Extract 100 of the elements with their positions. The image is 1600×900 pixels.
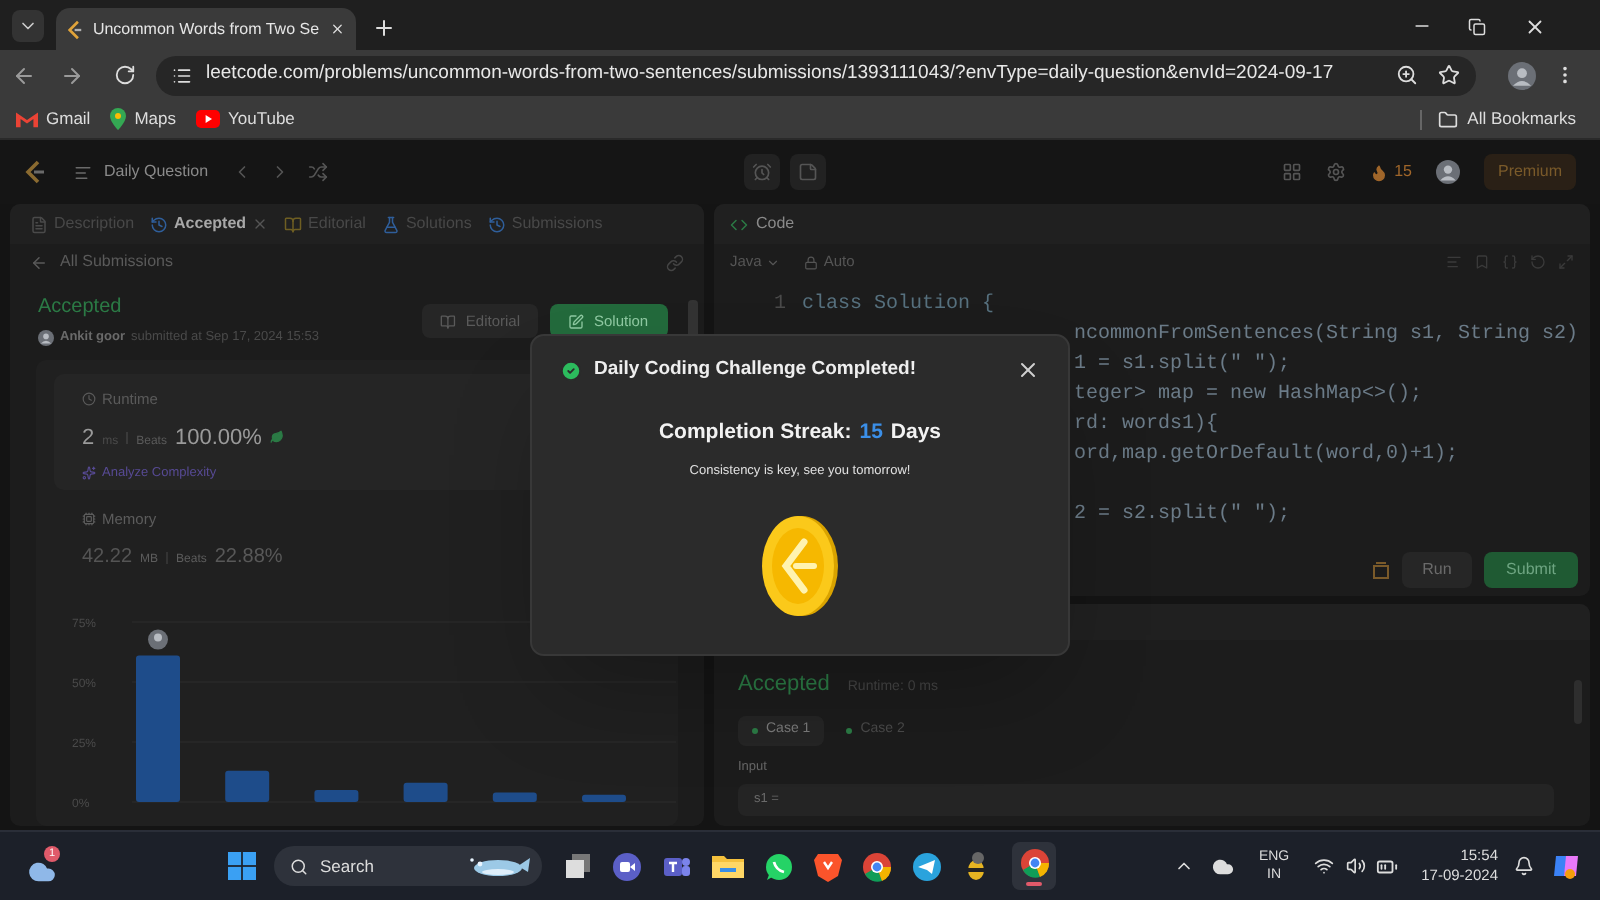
avatar	[148, 629, 168, 650]
browser-icon	[1019, 847, 1049, 877]
shield-icon[interactable]	[814, 851, 842, 881]
alarm-clock-icon	[752, 162, 772, 182]
code-line: 2 = s2.split(" ");	[1074, 501, 1291, 530]
back-icon[interactable]	[12, 63, 36, 87]
flame-icon	[1370, 163, 1389, 181]
site-icon	[68, 19, 83, 39]
wifi-icon[interactable]	[1313, 856, 1334, 876]
code-icon	[730, 215, 748, 233]
restore-icon[interactable]	[1468, 18, 1486, 36]
console-icon[interactable]	[1372, 561, 1390, 579]
chevron-down-icon	[765, 255, 780, 269]
arrow-left-icon	[30, 253, 48, 271]
mail-icon	[16, 110, 38, 128]
back-link[interactable]: All Submissions	[30, 250, 173, 274]
new-tab-icon[interactable]	[372, 16, 396, 40]
close-icon[interactable]	[329, 20, 344, 38]
code-line: class Solution {	[802, 291, 995, 320]
flask-icon	[381, 215, 400, 233]
author-avatar	[38, 329, 54, 346]
panel-tab[interactable]: Accepted	[150, 212, 269, 236]
bookmark-star-icon[interactable]	[1438, 64, 1460, 86]
book-icon	[284, 215, 303, 233]
code-line: 1 = s1.split(" ");	[1074, 351, 1291, 380]
chat-bubble-icon[interactable]	[764, 851, 794, 881]
bar	[582, 794, 626, 802]
result-status: Accepted	[738, 670, 830, 700]
close-icon[interactable]	[1016, 358, 1040, 383]
streak-counter[interactable]: 15	[1370, 160, 1412, 184]
bar	[314, 790, 359, 802]
history-icon	[487, 215, 506, 233]
document-icon	[30, 215, 48, 233]
code-line: ord,map.getOrDefault(word,0)+1);	[1074, 441, 1459, 470]
folder-icon[interactable]	[712, 852, 744, 880]
bookmark[interactable]: YouTube	[196, 106, 295, 132]
browser-icon[interactable]	[862, 851, 892, 881]
book-icon	[440, 313, 456, 329]
reload-icon[interactable]	[114, 64, 136, 86]
url-text: leetcode.com/problems/uncommon-words-from-two-sentences/submissions/1393111043/?envType=daily-question&envId=2024-09-17	[206, 60, 1334, 89]
map-pin-icon	[110, 108, 127, 130]
search-icon	[290, 857, 308, 875]
bar	[403, 782, 448, 802]
lock-icon	[803, 255, 818, 269]
chip-icon	[82, 511, 96, 526]
search-box[interactable]: Search	[274, 846, 542, 886]
settings-icon[interactable]	[1326, 162, 1347, 182]
coin-drawing	[762, 513, 838, 618]
shuffle-icon[interactable]	[308, 162, 329, 182]
play-icon	[196, 110, 220, 128]
user-avatar	[1435, 160, 1460, 184]
assistant-icon[interactable]	[1552, 852, 1580, 880]
run-button[interactable]: Run	[1402, 552, 1472, 588]
volume-icon[interactable]	[1345, 856, 1366, 876]
code-line: rd: words1){	[1074, 411, 1219, 440]
battery-icon[interactable]	[1375, 855, 1398, 877]
profile-avatar	[1508, 61, 1536, 89]
task-view-icon[interactable]	[564, 852, 592, 880]
active-browser-button[interactable]	[1012, 842, 1056, 890]
sparkle-icon	[82, 465, 96, 480]
runtime-value: 2	[82, 424, 95, 454]
code-line: teger> map = new HashMap<>();	[1074, 381, 1423, 410]
history-icon	[150, 215, 169, 233]
cloud-icon[interactable]	[1212, 855, 1235, 877]
video-call-icon[interactable]	[612, 851, 642, 881]
cloud-icon	[24, 858, 60, 886]
check-icon	[560, 359, 582, 382]
leaf-icon	[269, 430, 284, 444]
folder-icon	[1437, 109, 1458, 129]
premium-button[interactable]: Premium	[1483, 154, 1576, 190]
timer-button[interactable]	[744, 154, 780, 190]
beats-value: 22.88%	[214, 544, 283, 572]
tab-list-button[interactable]	[12, 10, 44, 42]
bookmark[interactable]: Gmail	[16, 106, 91, 132]
bookmark[interactable]: Maps	[110, 106, 176, 132]
bar	[492, 792, 537, 802]
beats-value: 100.00%	[174, 424, 262, 454]
browser-tab[interactable]: Uncommon Words from Two Se	[56, 8, 356, 50]
problem-list-button[interactable]: Daily Question	[74, 160, 209, 184]
status-text: Accepted	[38, 294, 124, 322]
pen-icon	[568, 313, 584, 329]
submit-button[interactable]: Submit	[1484, 552, 1578, 588]
tab-title: Uncommon Words from Two Se	[92, 17, 320, 41]
code-line: ncommonFromSentences(String s1, String s2)	[1074, 321, 1579, 350]
logo-icon[interactable]	[24, 160, 46, 184]
site-info-icon[interactable]	[172, 65, 192, 85]
notification-icon[interactable]	[1514, 856, 1534, 876]
grid-icon[interactable]	[1282, 162, 1303, 182]
paper-plane-icon[interactable]	[912, 851, 942, 881]
streak-text: Completion Streak: 15 Days	[658, 418, 942, 449]
all-bookmarks[interactable]: All Bookmarks	[1437, 106, 1576, 132]
close-icon[interactable]	[1524, 16, 1546, 38]
bar	[225, 770, 270, 802]
windows-icon[interactable]	[228, 852, 256, 880]
panel-title: Code	[756, 212, 795, 236]
zoom-icon[interactable]	[1396, 64, 1418, 86]
address-bar[interactable]: leetcode.com/problems/uncommon-words-from-two-sentences/submissions/1393111043/?envType=daily-question&envId=2024-09-17	[156, 55, 1476, 95]
notes-button[interactable]	[790, 154, 826, 190]
forward-icon[interactable]	[60, 63, 84, 87]
note-icon	[798, 162, 818, 182]
